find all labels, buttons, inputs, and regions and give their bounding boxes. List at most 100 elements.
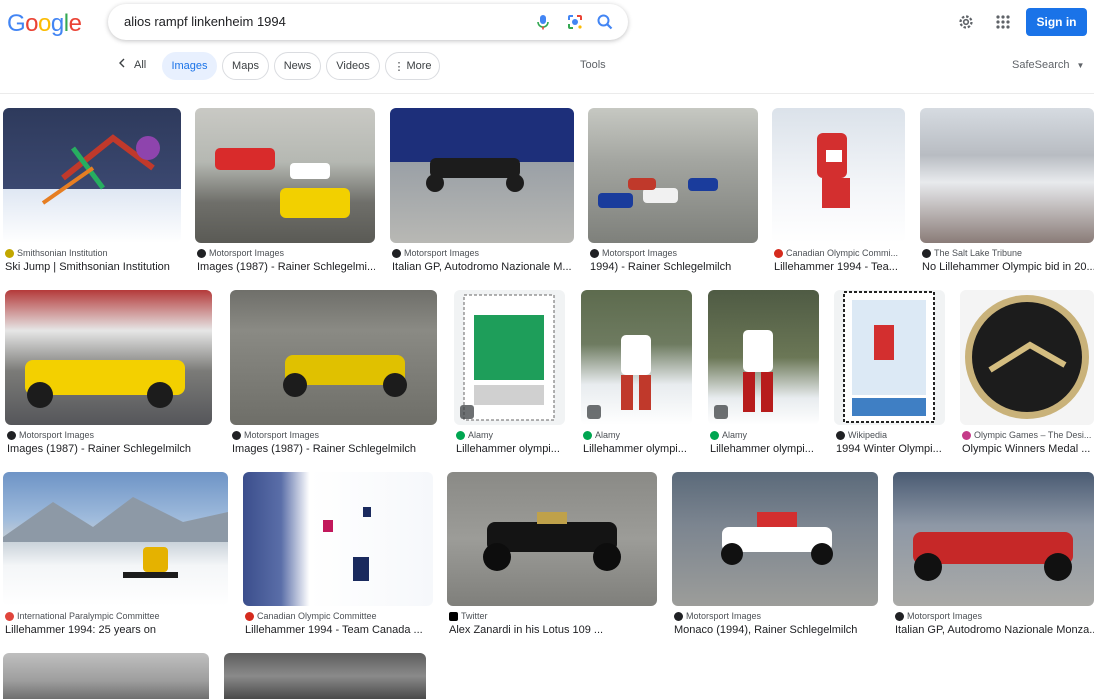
search-icon[interactable] — [595, 12, 615, 32]
image-result[interactable]: Motorsport Images Images (1987) - Rainer… — [195, 108, 375, 280]
result-thumbnail[interactable] — [243, 472, 433, 606]
image-result[interactable] — [224, 653, 426, 699]
sign-in-button[interactable]: Sign in — [1026, 8, 1087, 36]
apps-grid-icon[interactable] — [993, 12, 1013, 32]
result-title[interactable]: Images (1987) - Rainer Schlegelmilch — [7, 443, 212, 455]
tools-button[interactable]: Tools — [580, 59, 606, 71]
result-title[interactable]: Italian GP, Autodromo Nazionale Monza... — [895, 624, 1094, 636]
tab-maps[interactable]: Maps — [222, 52, 269, 80]
result-thumbnail[interactable] — [224, 653, 426, 699]
search-input[interactable]: alios rampf linkenheim 1994 — [124, 14, 286, 29]
gear-icon[interactable] — [956, 12, 976, 32]
result-source: Motorsport Images — [197, 248, 284, 258]
result-thumbnail[interactable] — [5, 290, 212, 425]
tab-all[interactable]: All — [118, 58, 146, 71]
result-source-label: Motorsport Images — [686, 611, 762, 621]
google-logo[interactable]: Google — [7, 10, 82, 38]
result-thumbnail[interactable] — [893, 472, 1094, 606]
image-result[interactable]: International Paralympic Committee Lille… — [3, 472, 228, 644]
image-result[interactable]: Motorsport Images Monaco (1994), Rainer … — [672, 472, 878, 644]
source-favicon-icon — [5, 611, 14, 621]
result-title[interactable]: Alex Zanardi in his Lotus 109 ... — [449, 624, 657, 636]
result-source-label: The Salt Lake Tribune — [934, 248, 1023, 258]
result-thumbnail[interactable] — [708, 290, 819, 425]
image-result[interactable]: Canadian Olympic Committee Lillehammer 1… — [243, 472, 433, 644]
result-title[interactable]: Lillehammer olympi... — [583, 443, 692, 455]
header: Google alios rampf linkenheim 1994 Sign … — [0, 0, 1094, 44]
result-thumbnail[interactable] — [581, 290, 692, 425]
image-result[interactable]: Motorsport Images Italian GP, Autodromo … — [390, 108, 574, 280]
result-thumbnail[interactable] — [920, 108, 1094, 243]
caret-down-icon: ▼ — [1076, 61, 1085, 70]
result-source-label: Motorsport Images — [209, 248, 285, 258]
result-thumbnail[interactable] — [834, 290, 945, 425]
result-thumbnail[interactable] — [447, 472, 657, 606]
image-result[interactable]: Olympic Games – The Desi... Olympic Winn… — [960, 290, 1094, 462]
result-thumbnail[interactable] — [3, 108, 181, 243]
result-title[interactable]: Lillehammer 1994 - Team Canada ... — [245, 624, 433, 636]
image-result[interactable]: Wikipedia 1994 Winter Olympi... — [834, 290, 945, 462]
result-source-label: Canadian Olympic Committee — [257, 611, 377, 621]
image-result[interactable] — [3, 653, 209, 699]
result-source: Motorsport Images — [232, 430, 319, 440]
source-favicon-icon — [774, 248, 783, 258]
result-title[interactable]: Monaco (1994), Rainer Schlegelmilch — [674, 624, 878, 636]
image-result[interactable]: Alamy Lillehammer olympi... — [708, 290, 819, 462]
result-source-label: Motorsport Images — [244, 430, 320, 440]
mic-icon[interactable] — [533, 12, 553, 32]
result-title[interactable]: Lillehammer olympi... — [710, 443, 819, 455]
result-source: Motorsport Images — [674, 611, 761, 621]
image-result[interactable]: Motorsport Images Italian GP, Autodromo … — [893, 472, 1094, 644]
result-title[interactable]: 1994) - Rainer Schlegelmilch — [590, 261, 758, 273]
result-thumbnail[interactable] — [230, 290, 437, 425]
result-title[interactable]: Lillehammer olympi... — [456, 443, 565, 455]
result-title[interactable]: Images (1987) - Rainer Schlegelmilch — [232, 443, 437, 455]
tab-more[interactable]: ⋮ More — [385, 52, 440, 80]
source-favicon-icon — [590, 248, 599, 258]
image-result[interactable]: The Salt Lake Tribune No Lillehammer Oly… — [920, 108, 1094, 280]
image-result[interactable]: Motorsport Images 1994) - Rainer Schlege… — [588, 108, 758, 280]
image-result[interactable]: Motorsport Images Images (1987) - Rainer… — [5, 290, 212, 462]
result-thumbnail[interactable] — [454, 290, 565, 425]
tab-images[interactable]: Images — [162, 52, 217, 80]
image-result[interactable]: Motorsport Images Images (1987) - Rainer… — [230, 290, 437, 462]
result-thumbnail[interactable] — [772, 108, 905, 243]
result-title[interactable]: Italian GP, Autodromo Nazionale M... — [392, 261, 574, 273]
result-thumbnail[interactable] — [672, 472, 878, 606]
safesearch-label: SafeSearch — [1012, 59, 1070, 71]
result-title[interactable]: Images (1987) - Rainer Schlegelmi... — [197, 261, 375, 273]
result-source: The Salt Lake Tribune — [922, 248, 1022, 258]
image-result[interactable]: Twitter Alex Zanardi in his Lotus 109 ..… — [447, 472, 657, 644]
result-source-label: International Paralympic Committee — [17, 611, 160, 621]
result-source: Canadian Olympic Commi... — [774, 248, 898, 258]
image-result[interactable]: Canadian Olympic Commi... Lillehammer 19… — [772, 108, 905, 280]
result-source-label: Canadian Olympic Commi... — [786, 248, 899, 258]
logo-letter: G — [7, 10, 26, 37]
image-result[interactable]: Alamy Lillehammer olympi... — [454, 290, 565, 462]
source-favicon-icon — [197, 248, 206, 258]
result-source: Motorsport Images — [895, 611, 982, 621]
tab-more-label: More — [406, 60, 432, 72]
result-thumbnail[interactable] — [390, 108, 574, 243]
result-title[interactable]: Olympic Winners Medal ... — [962, 443, 1094, 455]
tab-videos[interactable]: Videos — [326, 52, 380, 80]
tab-news[interactable]: News — [274, 52, 321, 80]
result-thumbnail[interactable] — [960, 290, 1094, 425]
result-title[interactable]: Lillehammer 1994: 25 years on — [5, 624, 228, 636]
search-box[interactable]: alios rampf linkenheim 1994 — [108, 4, 628, 40]
result-thumbnail[interactable] — [3, 653, 209, 699]
result-title[interactable]: No Lillehammer Olympic bid in 20... — [922, 261, 1094, 273]
result-title[interactable]: Ski Jump | Smithsonian Institution — [5, 261, 181, 273]
safesearch-button[interactable]: SafeSearch ▼ — [1012, 59, 1084, 71]
image-result[interactable]: Smithsonian Institution Ski Jump | Smith… — [3, 108, 181, 280]
result-thumbnail[interactable] — [195, 108, 375, 243]
result-thumbnail[interactable] — [3, 472, 228, 606]
lens-icon[interactable] — [565, 12, 585, 32]
result-title[interactable]: 1994 Winter Olympi... — [836, 443, 945, 455]
image-result[interactable]: Alamy Lillehammer olympi... — [581, 290, 692, 462]
chevron-left-icon — [118, 58, 126, 71]
result-title[interactable]: Lillehammer 1994 - Tea... — [774, 261, 905, 273]
result-thumbnail[interactable] — [588, 108, 758, 243]
source-favicon-icon — [836, 430, 845, 440]
source-favicon-icon — [232, 430, 241, 440]
